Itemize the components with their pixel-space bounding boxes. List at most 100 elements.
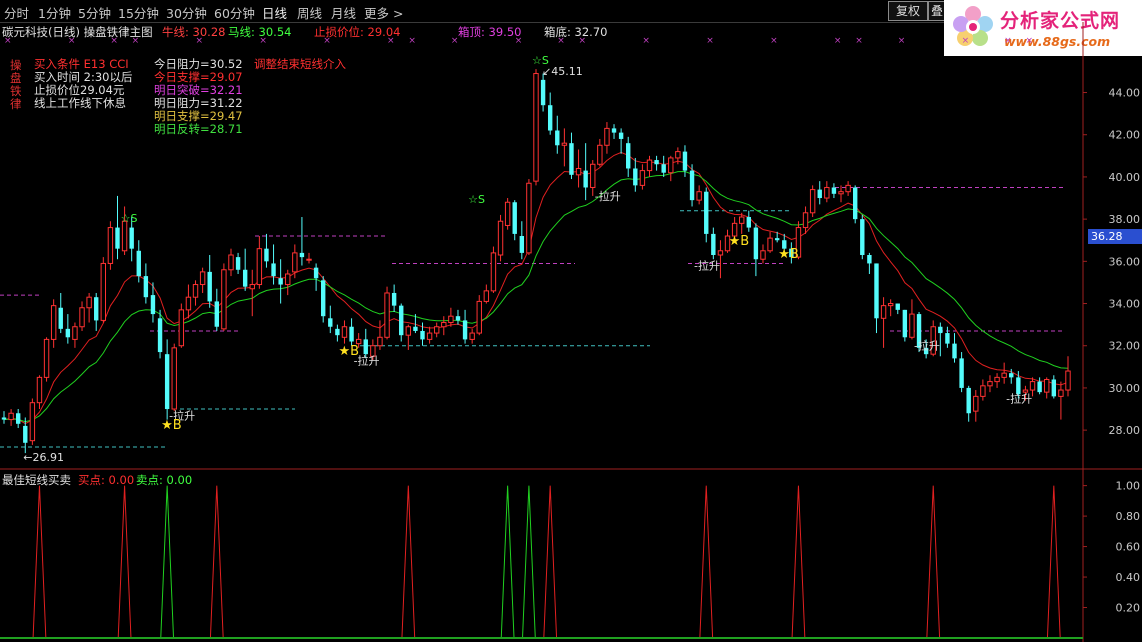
y-tick-label: 38.00 bbox=[1109, 213, 1141, 226]
candle-body bbox=[228, 254, 234, 271]
y-tick-label: 32.00 bbox=[1109, 340, 1141, 353]
candle-body bbox=[23, 425, 28, 443]
candle-body bbox=[164, 354, 170, 410]
lasheng-label: -拉升 bbox=[1006, 391, 1032, 405]
candle-body bbox=[150, 295, 156, 315]
candle-body bbox=[242, 269, 248, 287]
signal-marker: × bbox=[387, 36, 395, 46]
signal-marker: × bbox=[110, 36, 118, 46]
candle-body bbox=[363, 339, 368, 355]
candle-body bbox=[831, 187, 837, 194]
buy-spike bbox=[1046, 485, 1061, 639]
y-tick-label: 44.00 bbox=[1109, 87, 1141, 100]
candle-body bbox=[994, 376, 1000, 383]
sell-star-marker: ☆S bbox=[121, 212, 138, 225]
candle-body bbox=[938, 326, 943, 334]
candle-body bbox=[661, 164, 666, 173]
tab-timeframe-1[interactable]: 1分钟 bbox=[38, 3, 71, 22]
candle-body bbox=[462, 320, 468, 340]
tab-timeframe-6[interactable]: 日线 bbox=[262, 3, 287, 22]
candle-body bbox=[646, 159, 653, 172]
buy-spike bbox=[117, 485, 132, 639]
signal-marker: × bbox=[132, 36, 140, 46]
tab-timeframe-7[interactable]: 周线 bbox=[297, 3, 322, 22]
candle-body bbox=[824, 186, 830, 199]
buy-spike bbox=[926, 485, 941, 639]
candle-body bbox=[107, 227, 114, 264]
signal-marker: × bbox=[515, 36, 523, 46]
candle-body bbox=[1009, 373, 1014, 378]
candle-body bbox=[157, 318, 163, 353]
candle-body bbox=[94, 297, 99, 321]
candle-body bbox=[633, 168, 638, 186]
tab-timeframe-5[interactable]: 60分钟 bbox=[214, 3, 255, 22]
y-tick-label: 36.00 bbox=[1109, 255, 1141, 268]
candle-body bbox=[476, 300, 482, 334]
ma-fast-line bbox=[3, 151, 1069, 425]
candle-body bbox=[8, 412, 14, 421]
candle-body bbox=[299, 252, 305, 258]
signal-marker: × bbox=[1004, 36, 1012, 46]
candle-body bbox=[533, 73, 539, 182]
candle-body bbox=[79, 307, 85, 328]
candle-body bbox=[178, 309, 185, 347]
candle-body bbox=[519, 236, 525, 253]
candle-body bbox=[448, 315, 454, 324]
candle-body bbox=[278, 278, 283, 285]
candle-body bbox=[504, 201, 511, 226]
candle-body bbox=[143, 276, 149, 298]
candle-body bbox=[328, 318, 333, 327]
buy-spike bbox=[699, 485, 714, 639]
candle-body bbox=[746, 217, 751, 228]
candle-body bbox=[838, 191, 844, 195]
candle-body bbox=[696, 191, 702, 201]
max-price-label: ↙45.11 bbox=[542, 65, 583, 78]
candlestick-chart: 28.00 30.00 32.00 34.00 36.00 38.00 40.00 42.00… bbox=[0, 22, 1142, 642]
candle-body bbox=[853, 187, 858, 220]
candle-body bbox=[618, 132, 624, 139]
candle-body bbox=[497, 220, 504, 256]
candle-body bbox=[256, 248, 263, 286]
signal-marker: × bbox=[557, 36, 565, 46]
tab-timeframe-2[interactable]: 5分钟 bbox=[78, 3, 111, 22]
candle-body bbox=[909, 313, 915, 338]
sell-spike bbox=[160, 485, 175, 639]
tab-timeframe-8[interactable]: 月线 bbox=[331, 3, 356, 22]
candle-body bbox=[547, 105, 553, 131]
signal-marker: × bbox=[408, 36, 416, 46]
candle-body bbox=[235, 257, 241, 270]
signal-marker: × bbox=[4, 36, 12, 46]
buy-spike bbox=[209, 485, 224, 639]
candle-body bbox=[611, 128, 617, 133]
tab-timeframe-4[interactable]: 30分钟 bbox=[166, 3, 207, 22]
signal-marker: × bbox=[706, 36, 714, 46]
signal-marker: × bbox=[855, 36, 863, 46]
candle-body bbox=[384, 292, 390, 338]
candle-body bbox=[469, 332, 475, 340]
y-tick-label: 28.00 bbox=[1109, 424, 1141, 437]
candle-body bbox=[391, 292, 397, 306]
candle-body bbox=[136, 250, 141, 277]
signal-marker: × bbox=[898, 36, 906, 46]
candle-body bbox=[185, 296, 192, 311]
sub-y-tick-label: 0.40 bbox=[1116, 571, 1141, 584]
candle-body bbox=[349, 326, 354, 342]
candle-body bbox=[413, 326, 418, 331]
candle-body bbox=[1037, 381, 1042, 393]
candle-body bbox=[1, 417, 7, 420]
candle-body bbox=[774, 238, 780, 241]
candle-body bbox=[86, 296, 92, 309]
candle-body bbox=[887, 303, 894, 307]
tab-timeframe-3[interactable]: 15分钟 bbox=[118, 3, 159, 22]
candle-body bbox=[490, 252, 497, 292]
candle-body bbox=[483, 290, 490, 302]
candle-body bbox=[575, 167, 582, 176]
sell-spike bbox=[500, 485, 515, 639]
candle-body bbox=[845, 184, 851, 193]
y-tick-label: 40.00 bbox=[1109, 171, 1141, 184]
buy-spike bbox=[401, 485, 416, 639]
tab-timeframe-0[interactable]: 分时 bbox=[4, 3, 29, 22]
candle-body bbox=[895, 303, 900, 310]
tab-timeframe-9[interactable]: 更多 > bbox=[364, 3, 403, 22]
min-price-label: ←26.91 bbox=[23, 451, 64, 464]
